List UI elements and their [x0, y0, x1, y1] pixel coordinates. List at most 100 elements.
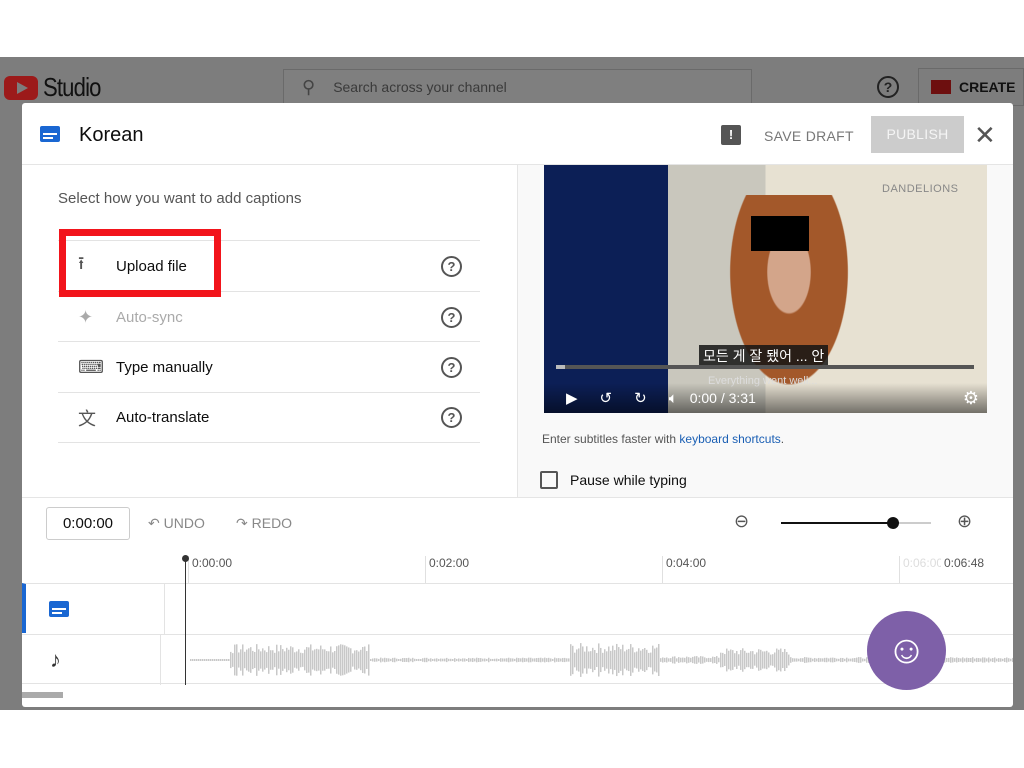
close-icon[interactable]: ✕	[974, 120, 996, 151]
waveform-bar	[732, 650, 734, 670]
waveform-bar	[612, 645, 614, 675]
waveform-bar	[842, 657, 844, 663]
waveform-bar	[636, 651, 638, 669]
help-icon[interactable]: ?	[441, 306, 462, 328]
video-progress-bar[interactable]	[556, 365, 974, 369]
waveform-bar	[260, 651, 262, 669]
waveform-bar	[352, 653, 354, 667]
tick-label: 0:00:00	[188, 556, 232, 584]
waveform-bar	[346, 646, 348, 674]
waveform-bar	[508, 657, 510, 663]
waveform-bar	[556, 658, 558, 662]
waveform-bar	[350, 648, 352, 672]
waveform-bar	[662, 657, 664, 663]
waveform-bar	[570, 644, 572, 676]
publish-button[interactable]: PUBLISH	[871, 116, 964, 153]
waveform-bar	[366, 651, 368, 669]
waveform-bar	[994, 657, 996, 663]
waveform-bar	[960, 658, 962, 662]
waveform-bar	[788, 654, 790, 666]
waveform-bar	[574, 652, 576, 668]
waveform-bar	[620, 649, 622, 671]
search-input[interactable]: ⚲ Search across your channel	[283, 69, 752, 105]
video-player[interactable]: DANDELIONS 모든 게 잘 됐어 ... 안 Everything we…	[544, 165, 987, 413]
waveform-bar	[512, 658, 514, 662]
subtitle-track[interactable]	[22, 583, 1013, 634]
waveform-bar	[230, 651, 232, 669]
volume-icon[interactable]: 🔈︎	[669, 390, 678, 407]
keyboard-shortcuts-link[interactable]: keyboard shortcuts	[679, 432, 780, 446]
waveform-bar	[224, 659, 226, 661]
play-icon[interactable]: ▶	[566, 389, 578, 407]
playhead[interactable]	[182, 555, 189, 685]
zoom-in-icon[interactable]: ⊕	[957, 511, 972, 532]
help-icon[interactable]: ?	[877, 76, 899, 98]
waveform-bar	[454, 658, 456, 662]
waveform-bar	[628, 648, 630, 672]
waveform-bar	[484, 658, 486, 662]
undo-button[interactable]: ↶ UNDO	[148, 515, 205, 532]
waveform-bar	[952, 657, 954, 663]
help-icon[interactable]: ?	[441, 255, 462, 277]
waveform-bar	[316, 648, 318, 672]
waveform-bar	[624, 651, 626, 669]
waveform-bar	[724, 654, 726, 666]
waveform-bar	[810, 657, 812, 663]
waveform-bar	[670, 658, 672, 662]
waveform-bar	[734, 653, 736, 667]
waveform-bar	[228, 659, 230, 661]
waveform-bar	[1012, 657, 1013, 663]
tick-label: 0:02:00	[425, 556, 469, 584]
waveform-bar	[750, 651, 752, 669]
waveform-bar	[672, 656, 674, 664]
waveform-bar	[706, 658, 708, 662]
waveform-bar	[290, 646, 292, 674]
waveform-bar	[594, 649, 596, 671]
redo-button[interactable]: ↷ REDO	[236, 515, 292, 532]
waveform-bar	[196, 659, 198, 661]
waveform-bar	[756, 652, 758, 668]
waveform-bar	[192, 659, 194, 661]
help-icon[interactable]: ?	[441, 356, 462, 378]
pause-while-typing-checkbox[interactable]	[540, 471, 558, 489]
option-auto-translate[interactable]: 文 Auto-translate?	[58, 392, 480, 443]
waveform-bar	[340, 644, 342, 676]
waveform-bar	[664, 657, 666, 663]
youtube-studio-logo[interactable]: Studio	[4, 72, 111, 103]
create-button[interactable]: CREATE	[918, 68, 1024, 106]
waveform-bar	[206, 659, 208, 661]
waveform-bar	[946, 657, 948, 663]
waveform-bar	[270, 650, 272, 670]
forward-10-icon[interactable]: ↻	[634, 389, 647, 407]
waveform-bar	[522, 657, 524, 663]
current-time-input[interactable]: 0:00:00	[46, 507, 130, 540]
waveform-bar	[202, 659, 204, 661]
waveform-bar	[760, 649, 762, 671]
waveform-bar	[336, 646, 338, 674]
option-type-manually[interactable]: ⌨ Type manually?	[58, 341, 480, 392]
save-draft-button[interactable]: SAVE DRAFT	[764, 128, 854, 144]
waveform-bar	[500, 658, 502, 662]
slider-thumb[interactable]	[887, 517, 899, 529]
waveform-bar	[262, 648, 264, 672]
highlight-box	[59, 229, 221, 297]
settings-gear-icon[interactable]: ⚙	[963, 388, 979, 409]
waveform-bar	[278, 651, 280, 669]
waveform-bar	[250, 647, 252, 673]
waveform-bar	[974, 658, 976, 662]
zoom-out-icon[interactable]: ⊖	[734, 511, 749, 532]
rewind-10-icon[interactable]: ↺	[600, 389, 613, 407]
waveform-bar	[452, 659, 454, 661]
waveform-bar	[462, 658, 464, 662]
timeline-zoom-slider[interactable]	[781, 517, 931, 529]
waveform-bar	[458, 658, 460, 662]
waveform-bar	[242, 644, 244, 676]
feedback-icon[interactable]: !	[721, 125, 741, 145]
assistant-avatar-icon[interactable]: ☺	[867, 611, 946, 690]
search-placeholder: Search across your channel	[333, 79, 507, 95]
help-icon[interactable]: ?	[441, 407, 462, 428]
option-auto-sync[interactable]: ✦ Auto-sync?	[58, 291, 480, 342]
waveform-bar	[214, 659, 216, 661]
waveform-bar	[816, 658, 818, 662]
horizontal-scrollbar[interactable]	[22, 692, 63, 698]
